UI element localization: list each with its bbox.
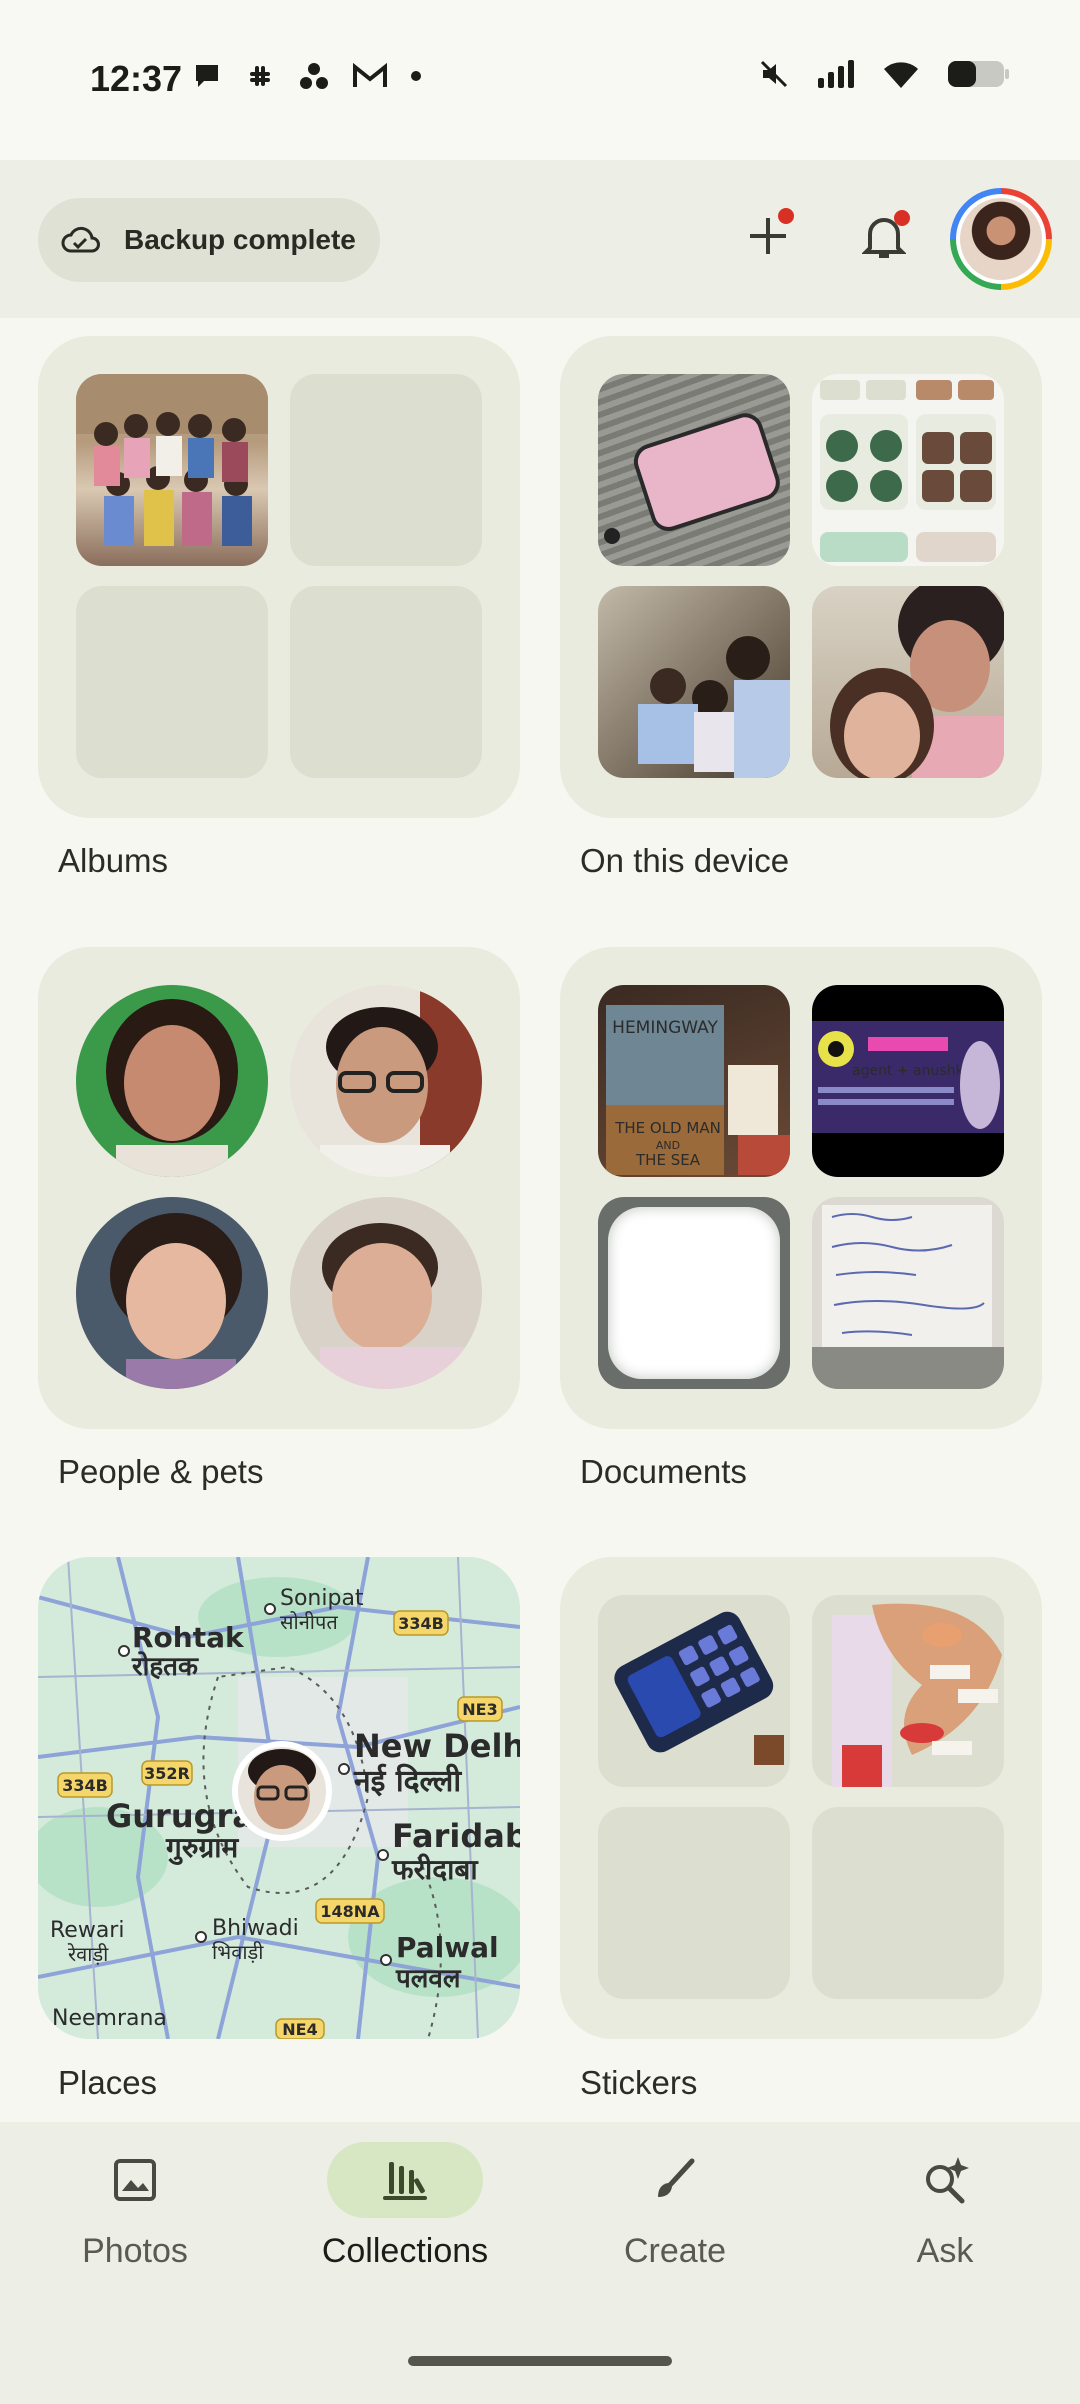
on-this-device-collection[interactable] xyxy=(560,336,1042,818)
road-label: NE3 xyxy=(462,1700,497,1719)
account-avatar-button[interactable] xyxy=(950,188,1052,290)
device-screenshot xyxy=(812,374,1004,566)
gmail-icon xyxy=(353,62,387,87)
book-title-line3: THE SEA xyxy=(635,1151,701,1169)
nav-create[interactable]: Create xyxy=(565,2142,785,2342)
add-button[interactable] xyxy=(736,204,800,268)
nav-ask-label: Ask xyxy=(916,2232,974,2270)
albums-collection[interactable] xyxy=(38,336,520,818)
places-label: Places xyxy=(58,2064,158,2101)
notification-dot xyxy=(894,210,910,226)
album-cover-photo xyxy=(76,374,268,566)
map-place-sonipat-local: सोनीपत xyxy=(280,1610,338,1634)
person-face-3[interactable] xyxy=(76,1197,268,1389)
battery-icon xyxy=(948,61,1009,87)
family-group-image xyxy=(76,374,268,546)
road-label: 148NA xyxy=(320,1902,380,1921)
road-label: NE4 xyxy=(282,2020,317,2039)
map-place-palwal-local: पलवल xyxy=(395,1964,462,1994)
sticker-child-with-cutout xyxy=(812,1595,1004,1787)
map-place-new-delhi: New Delhi xyxy=(354,1727,520,1765)
sticker-placeholder xyxy=(812,1807,1004,1999)
device-photo-car xyxy=(598,586,790,778)
more-notifications-dot-icon xyxy=(411,71,421,81)
collections-icon xyxy=(383,2162,427,2200)
avatar xyxy=(960,198,1042,280)
places-map: 334B NE3 352R 334B 148NA NE4 Sonipat सोन… xyxy=(38,1557,520,2039)
backup-status-chip[interactable]: Backup complete xyxy=(38,198,380,282)
map-place-gurugram: Gurugra xyxy=(106,1797,254,1835)
map-photo-pin xyxy=(232,1741,332,1841)
device-photo-selfie xyxy=(812,586,1004,778)
gesture-handle[interactable] xyxy=(408,2356,672,2366)
status-bar: 12:37 xyxy=(0,0,1080,160)
map-place-rohtak-local: रोहतक xyxy=(131,1651,199,1682)
map-place-bhiwadi: Bhiwadi xyxy=(212,1916,299,1941)
person-face-2[interactable] xyxy=(290,985,482,1177)
chat-icon xyxy=(196,65,218,87)
mute-icon xyxy=(760,60,788,88)
notifications-button[interactable] xyxy=(852,204,916,268)
wifi-icon xyxy=(884,62,918,88)
device-photo-phone xyxy=(598,374,790,566)
person-face-1[interactable] xyxy=(76,985,268,1177)
albums-label: Albums xyxy=(58,842,169,879)
map-place-faridabad: Faridaba xyxy=(392,1817,520,1855)
people-and-pets-collection[interactable] xyxy=(38,947,520,1429)
add-notification-dot xyxy=(778,208,794,224)
book-title-line1: THE OLD MAN xyxy=(614,1119,721,1137)
people-and-pets-label: People & pets xyxy=(58,1453,264,1490)
nav-ask[interactable]: Ask xyxy=(835,2142,1055,2342)
map-place-new-delhi-local: नई दिल्ली xyxy=(353,1763,462,1799)
sticker-phone xyxy=(598,1595,790,1787)
slack-icon xyxy=(250,66,270,86)
map-place-palwal: Palwal xyxy=(396,1931,499,1964)
documents-label: Documents xyxy=(580,1453,747,1490)
map-place-gurugram-local: गुरुग्राम xyxy=(165,1831,240,1865)
documents-collection[interactable]: HEMINGWAY THE OLD MAN AND THE SEA agent … xyxy=(560,947,1042,1429)
meet-dots-icon xyxy=(300,63,328,89)
top-app-bar: Backup complete xyxy=(0,160,1080,318)
on-this-device-label: On this device xyxy=(580,842,790,879)
road-label: 334B xyxy=(62,1776,108,1795)
status-time: 12:37 xyxy=(90,58,183,99)
road-label: 352R xyxy=(144,1764,190,1783)
poster-text: agent + anushka xyxy=(852,1063,972,1079)
album-placeholder xyxy=(76,586,268,778)
document-book-photo: HEMINGWAY THE OLD MAN AND THE SEA xyxy=(598,985,790,1177)
cloud-done-icon xyxy=(61,226,100,253)
signal-icon xyxy=(818,60,854,88)
photo-icon xyxy=(114,2159,156,2201)
brush-icon xyxy=(658,2158,695,2197)
status-notification-icons xyxy=(192,60,422,92)
places-collection[interactable]: 334B NE3 352R 334B 148NA NE4 Sonipat सोन… xyxy=(38,1557,520,2039)
sticker-placeholder xyxy=(598,1807,790,1999)
book-title-author: HEMINGWAY xyxy=(612,1018,718,1038)
map-place-sonipat: Sonipat xyxy=(280,1586,364,1611)
document-blank-sheet xyxy=(598,1197,790,1389)
map-place-rewari-local: रेवाड़ी xyxy=(67,1942,109,1966)
nav-collections-label: Collections xyxy=(321,2232,489,2270)
map-place-neemrana: Neemrana xyxy=(52,2006,167,2031)
document-handwritten-note xyxy=(812,1197,1004,1389)
ask-search-sparkle-icon xyxy=(926,2157,969,2204)
map-place-bhiwadi-local: भिवाड़ी xyxy=(212,1940,264,1964)
road-label: 334B xyxy=(398,1614,444,1633)
nav-collections[interactable]: Collections xyxy=(295,2142,515,2342)
album-placeholder xyxy=(290,374,482,566)
album-placeholder xyxy=(290,586,482,778)
map-place-rewari: Rewari xyxy=(50,1918,124,1943)
map-place-faridabad-local: फरीदाबा xyxy=(391,1853,479,1886)
nav-photos[interactable]: Photos xyxy=(25,2142,245,2342)
nav-photos-label: Photos xyxy=(82,2232,188,2270)
stickers-collection[interactable] xyxy=(560,1557,1042,2039)
nav-create-label: Create xyxy=(623,2232,727,2270)
backup-status-label: Backup complete xyxy=(124,224,356,255)
status-system-icons xyxy=(758,58,1010,90)
stickers-label: Stickers xyxy=(580,2064,698,2101)
document-poster: agent + anushka xyxy=(812,985,1004,1177)
map-place-rohtak: Rohtak xyxy=(132,1621,245,1654)
pet-or-baby-face[interactable] xyxy=(290,1197,482,1389)
